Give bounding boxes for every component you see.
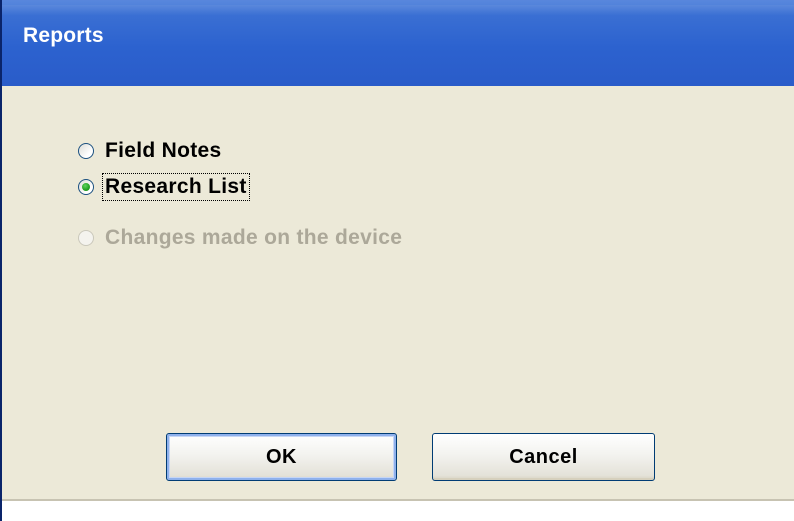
option-changes-made-on-device: Changes made on the device xyxy=(78,223,404,253)
ok-button[interactable]: OK xyxy=(166,433,397,481)
radio-button-selected-icon[interactable] xyxy=(78,179,94,195)
window-title: Reports xyxy=(23,24,104,47)
radio-button-icon[interactable] xyxy=(78,143,94,159)
dialog-body: Field Notes Research List Changes made o… xyxy=(2,86,794,501)
title-bar[interactable]: Reports xyxy=(2,0,794,87)
option-field-notes-label[interactable]: Field Notes xyxy=(103,138,223,164)
option-field-notes[interactable]: Field Notes xyxy=(78,136,223,166)
option-changes-made-on-device-label: Changes made on the device xyxy=(105,226,403,249)
reports-dialog: Reports Field Notes Research List Change… xyxy=(0,0,794,521)
cancel-button[interactable]: Cancel xyxy=(432,433,655,481)
option-research-list-label[interactable]: Research List xyxy=(102,173,250,201)
option-research-list[interactable]: Research List xyxy=(78,172,250,202)
dialog-outer-margin xyxy=(2,501,794,521)
radio-button-disabled-icon xyxy=(78,230,94,246)
title-bar-highlight xyxy=(2,0,794,5)
